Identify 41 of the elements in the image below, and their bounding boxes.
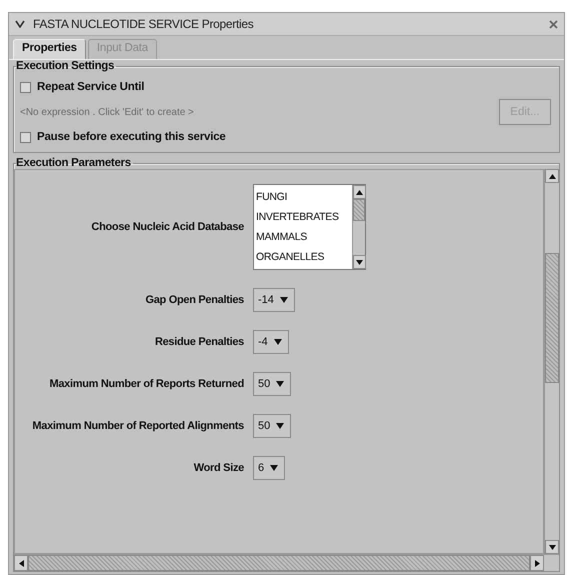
group-title: Execution Parameters [16, 157, 132, 169]
list-item[interactable]: ORGANELLES [256, 247, 352, 267]
dropdown[interactable]: 50 [253, 372, 292, 396]
checkbox[interactable] [20, 132, 31, 142]
scrollbar-thumb[interactable] [353, 199, 365, 221]
dropdown[interactable]: -4 [253, 330, 289, 354]
list-item[interactable]: MAMMALS [256, 227, 352, 247]
list-item[interactable]: INVERTEBRATES [256, 207, 352, 227]
checkbox-label: Repeat Service Until [37, 81, 144, 93]
dropdown[interactable]: 50 [253, 414, 292, 438]
field-label: Residue Penalties [154, 336, 244, 348]
scrollbar-thumb[interactable] [545, 253, 559, 383]
field-label: Maximum Number of Reported Alignments [31, 420, 244, 432]
dropdown-arrow-icon [270, 465, 278, 471]
vertical-scrollbar[interactable] [544, 169, 559, 554]
database-list[interactable]: FUNGI INVERTEBRATES MAMMALS ORGANELLES [253, 184, 366, 270]
dropdown-arrow-icon [274, 339, 282, 345]
scroll-up-icon[interactable] [545, 169, 559, 183]
field-label: Gap Open Penalties [144, 294, 244, 306]
group-title: Execution Settings [16, 60, 116, 72]
scroll-down-icon[interactable] [353, 255, 366, 269]
chevron-icon[interactable] [15, 20, 25, 28]
checkbox[interactable] [20, 82, 31, 92]
checkbox-label: Pause before executing this service [37, 131, 226, 143]
window-title: FASTA NUCLEOTIDE SERVICE Properties [33, 17, 254, 31]
dropdown-arrow-icon [276, 381, 284, 387]
scroll-down-icon[interactable] [545, 540, 559, 554]
dropdown-arrow-icon [276, 423, 284, 429]
field-label: Maximum Number of Reports Returned [48, 378, 244, 390]
list-item[interactable]: FUNGI [256, 187, 352, 207]
close-icon[interactable] [549, 20, 558, 28]
expression-text: <No expression . Click 'Edit' to create > [20, 106, 194, 118]
field-label: Word Size [192, 462, 244, 474]
dropdown[interactable]: -14 [253, 288, 295, 312]
field-label: Choose Nucleic Acid Database [90, 221, 244, 233]
scroll-right-icon[interactable] [530, 555, 544, 571]
scroll-up-icon[interactable] [353, 185, 366, 199]
dropdown[interactable]: 6 [253, 456, 286, 480]
tab[interactable]: Properties [13, 39, 86, 59]
scroll-left-icon[interactable] [14, 555, 28, 571]
dropdown-arrow-icon [280, 297, 288, 303]
